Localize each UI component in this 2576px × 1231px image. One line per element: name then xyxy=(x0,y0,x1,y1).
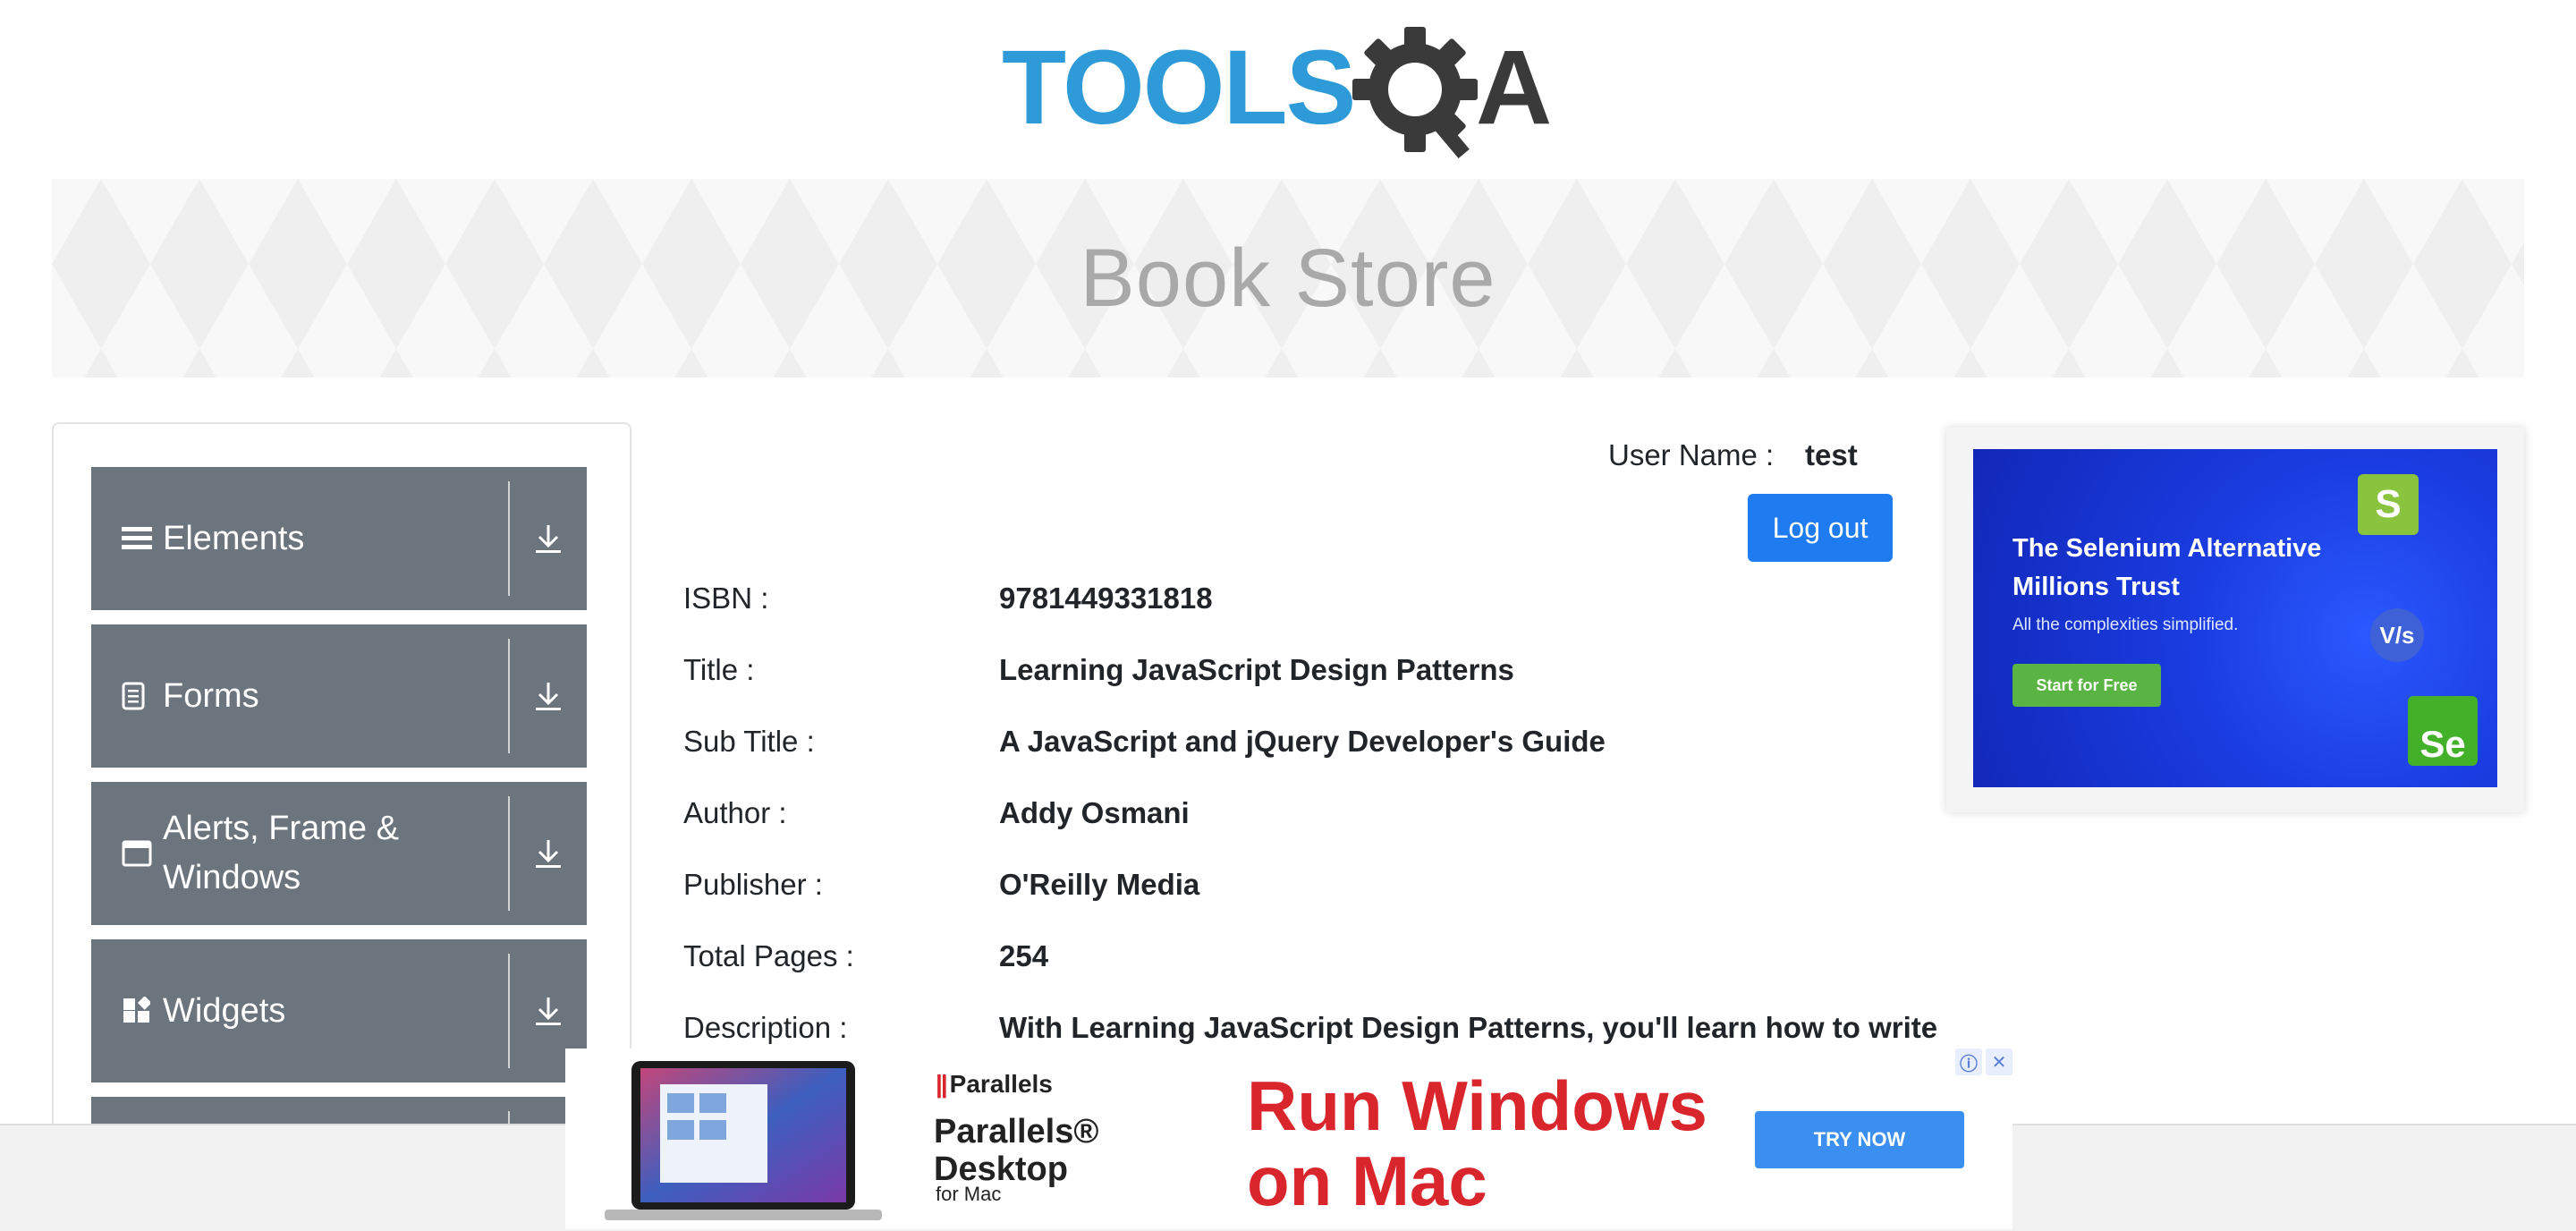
selenium-logo-icon: Se xyxy=(2408,696,2478,766)
title-value: Learning JavaScript Design Patterns xyxy=(999,653,1514,686)
sidebar-group-label: Elements xyxy=(163,519,305,557)
sidebar-group-label: Widgets xyxy=(163,991,286,1030)
hamburger-icon xyxy=(122,467,154,610)
description-value: With Learning JavaScript Design Patterns… xyxy=(999,1011,1938,1044)
download-arrow-icon[interactable] xyxy=(510,782,587,925)
download-arrow-icon[interactable] xyxy=(510,624,587,768)
sidebar-group-label: Alerts, Frame & Windows xyxy=(163,810,399,896)
sidebar-group-widgets[interactable]: Widgets xyxy=(91,939,587,1082)
ad-controls: ⓘ ✕ xyxy=(1955,1048,2012,1075)
side-ad-title: The Selenium Alternative Millions Trust xyxy=(2012,534,2322,601)
product-subtitle: for Mac xyxy=(936,1183,1002,1205)
toolsqa-logo[interactable]: TOOLS A xyxy=(1002,27,1583,161)
sidebar-group-alerts-frame-windows[interactable]: Alerts, Frame & Windows xyxy=(91,782,587,925)
user-name-label: User Name : xyxy=(1608,438,1775,471)
logo-graphic: TOOLS A xyxy=(1002,27,1552,159)
page-banner: Book Store xyxy=(52,179,2524,378)
isbn-value: 9781449331818 xyxy=(999,582,1213,615)
try-now-button[interactable]: TRY NOW xyxy=(1755,1111,1964,1168)
logo-text-right: A xyxy=(1476,29,1552,147)
publisher-label: Publisher : xyxy=(683,868,823,901)
page-title: Book Store xyxy=(1080,232,1496,324)
ad-headline-line1: Run Windows xyxy=(1247,1066,1707,1145)
ad-headline: Run Windows on Mac xyxy=(1247,1068,1707,1218)
description-label: Description : xyxy=(683,1011,848,1044)
side-ad-banner[interactable]: The Selenium Alternative Millions Trust … xyxy=(1973,449,2497,787)
parallels-bars-icon: || xyxy=(936,1070,948,1098)
author-value: Addy Osmani xyxy=(999,796,1190,829)
ad-close-icon[interactable]: ✕ xyxy=(1986,1048,2012,1075)
parallels-brand: || Parallels xyxy=(936,1070,1053,1099)
publisher-value: O'Reilly Media xyxy=(999,868,1200,901)
gear-magnifier-icon xyxy=(1352,27,1478,159)
title-label: Title : xyxy=(683,653,755,686)
logout-button[interactable]: Log out xyxy=(1748,494,1893,562)
ad-info-icon[interactable]: ⓘ xyxy=(1955,1048,1982,1075)
sidebar-group-forms[interactable]: Forms xyxy=(91,624,587,768)
subtitle-label: Sub Title : xyxy=(683,725,815,758)
logo-text-left: TOOLS xyxy=(1002,29,1354,147)
side-ad: The Selenium Alternative Millions Trust … xyxy=(1946,428,2524,812)
laptop-image xyxy=(605,1061,882,1220)
widgets-icon xyxy=(122,939,154,1082)
sidebar-group-elements[interactable]: Elements xyxy=(91,467,587,610)
side-ad-subtitle: All the complexities simplified. xyxy=(2012,616,2239,634)
sidebar: Elements Forms Alerts, Frame & Windows W… xyxy=(52,422,631,1195)
side-ad-cta-button[interactable]: Start for Free xyxy=(2012,664,2161,707)
isbn-label: ISBN : xyxy=(683,582,769,615)
document-icon xyxy=(122,624,154,768)
sidebar-group-label: Forms xyxy=(163,676,259,715)
total-pages-value: 254 xyxy=(999,939,1049,972)
author-label: Author : xyxy=(683,796,787,829)
s-logo-icon: S xyxy=(2358,474,2419,535)
parallels-brand-label: Parallels xyxy=(949,1070,1053,1098)
user-name-value: test xyxy=(1805,438,1858,471)
bottom-ad[interactable]: || Parallels Parallels® Desktop for Mac R… xyxy=(565,1048,2012,1229)
total-pages-label: Total Pages : xyxy=(683,939,854,972)
ad-headline-line2: on Mac xyxy=(1247,1142,1487,1220)
download-arrow-icon[interactable] xyxy=(510,467,587,610)
versus-badge: V/s xyxy=(2370,608,2424,662)
subtitle-value: A JavaScript and jQuery Developer's Guid… xyxy=(999,725,1606,758)
window-icon xyxy=(122,782,154,925)
product-name: Parallels® Desktop xyxy=(934,1113,1098,1188)
product-name-line1: Parallels® xyxy=(934,1113,1099,1150)
